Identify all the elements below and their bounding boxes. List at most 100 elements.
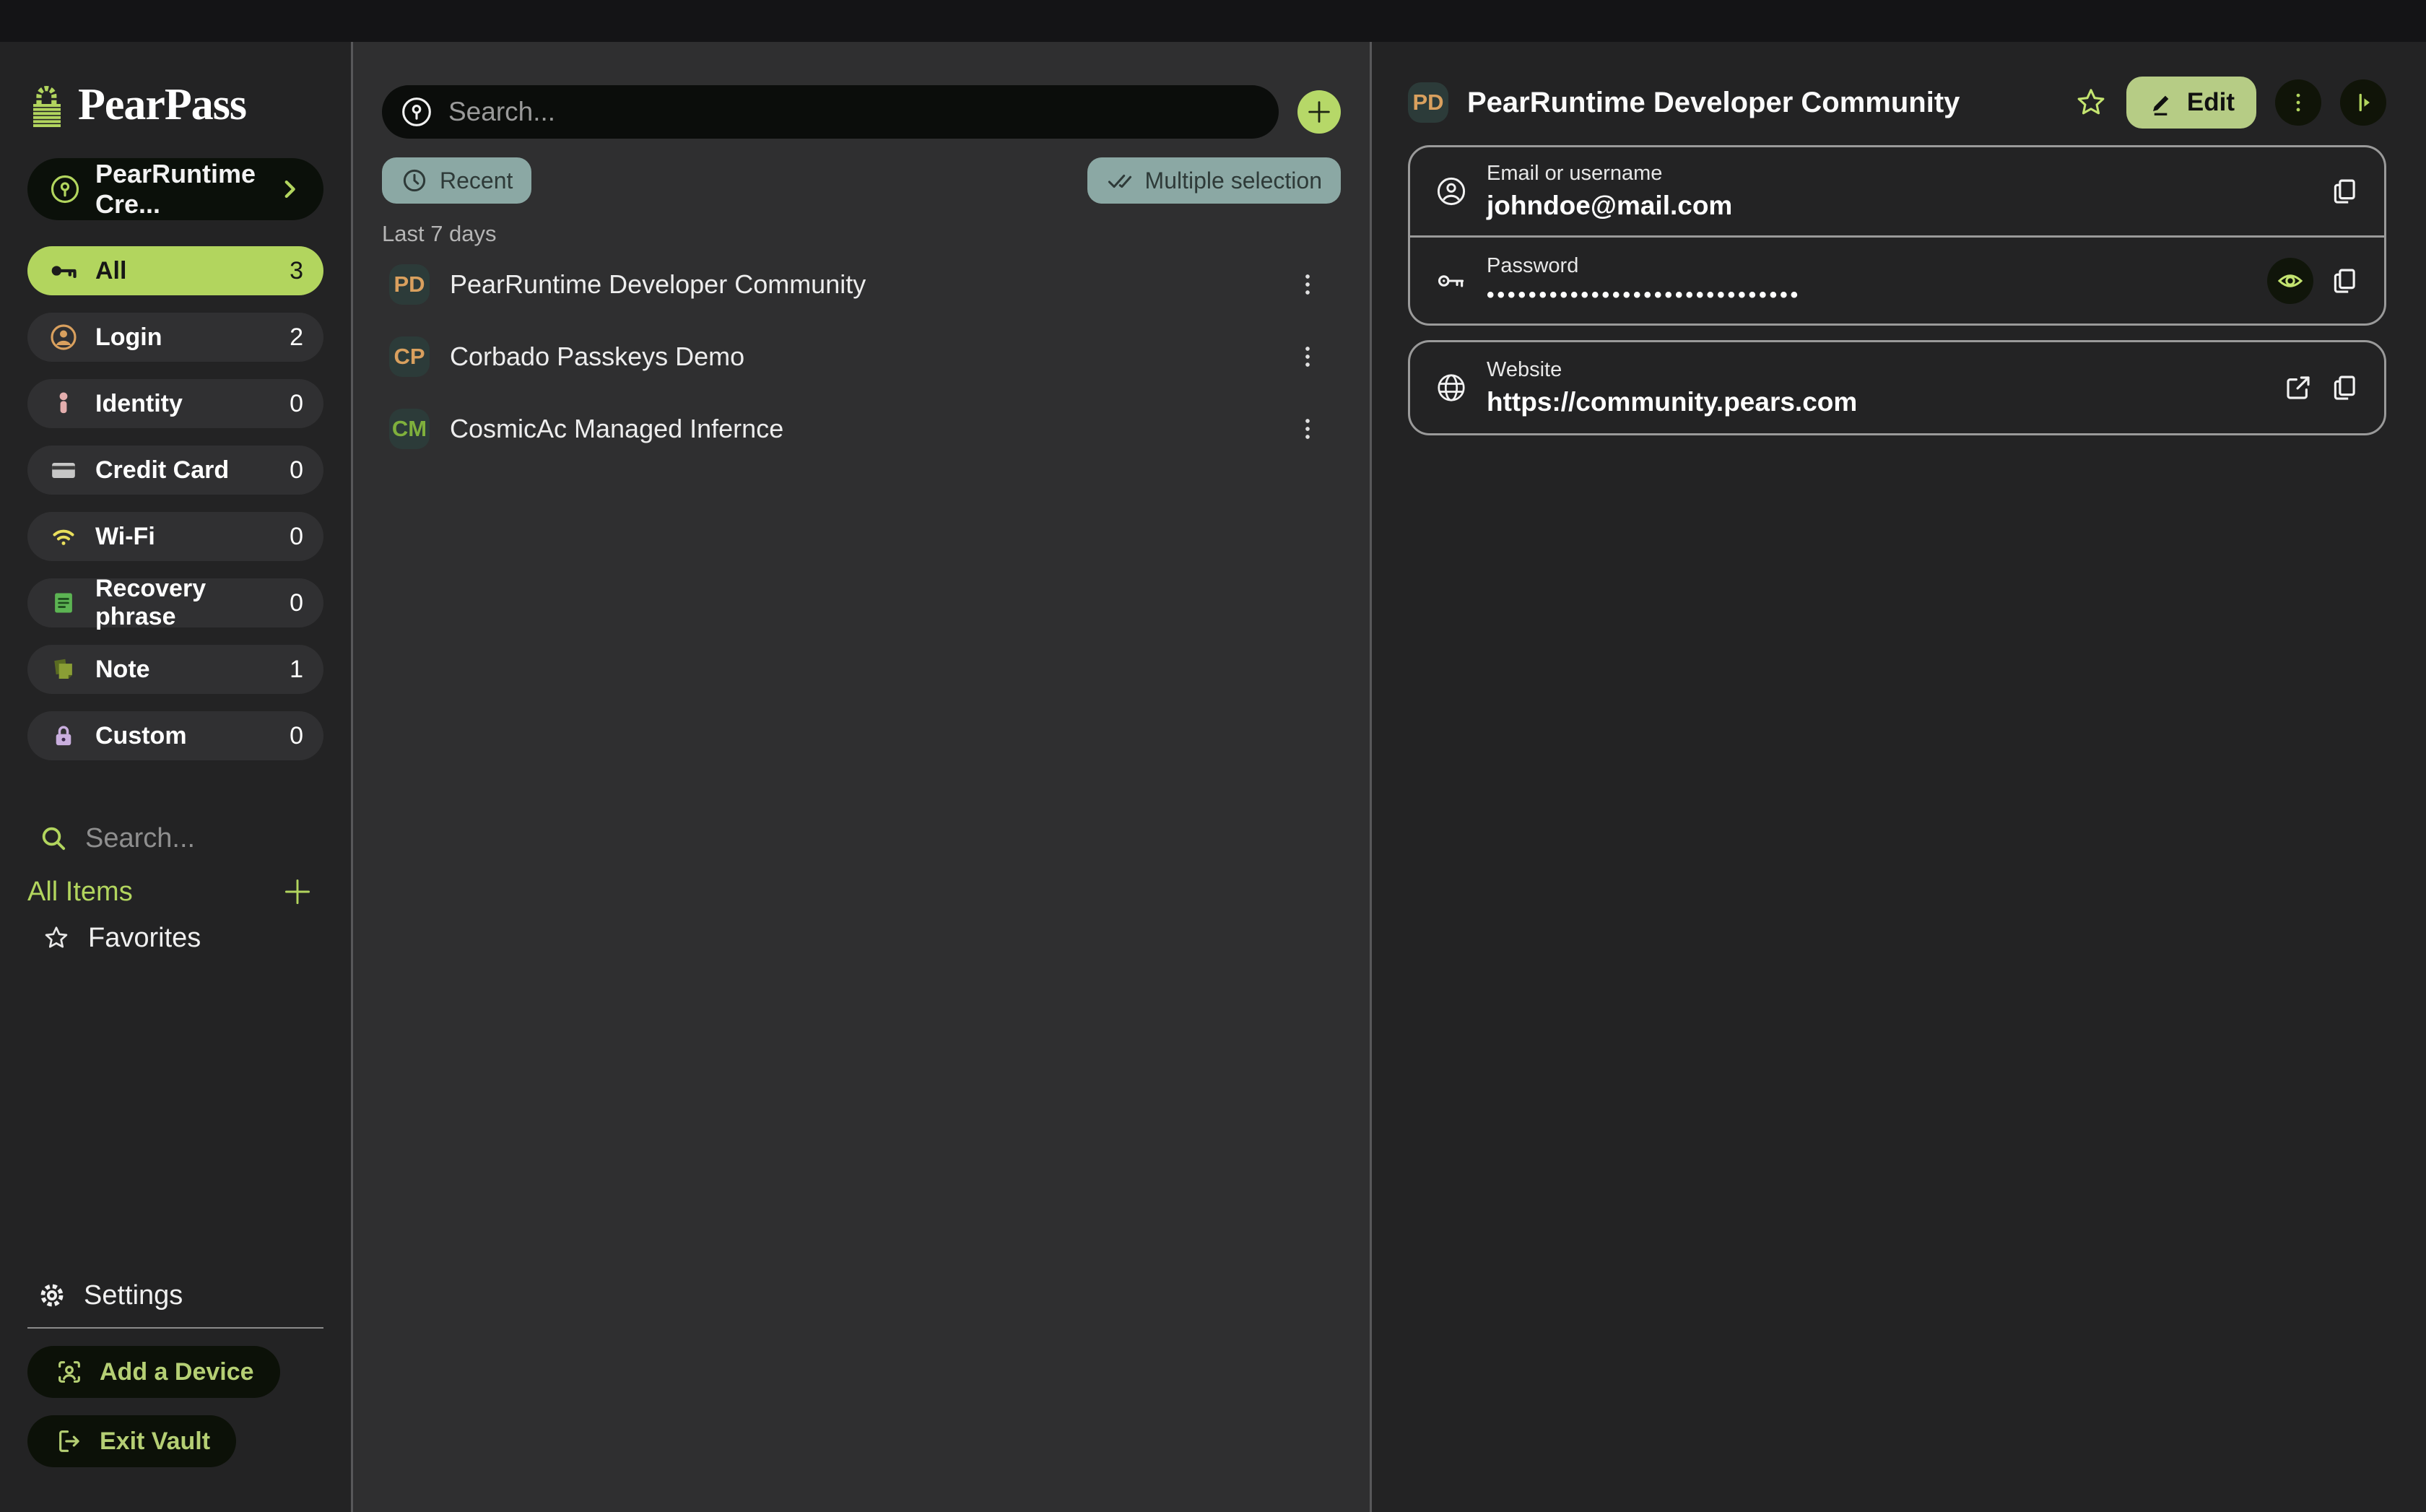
- item-menu-icon[interactable]: [1293, 414, 1322, 443]
- sidebar-search-placeholder: Search...: [85, 823, 195, 854]
- item-menu-icon[interactable]: [1293, 270, 1322, 299]
- collapse-panel-button[interactable]: [2340, 79, 2386, 126]
- item-menu-icon[interactable]: [1293, 342, 1322, 371]
- sidebar-item-favorites[interactable]: Favorites: [40, 918, 323, 958]
- item-count: 0: [290, 589, 303, 617]
- detail-header: PD PearRuntime Developer Community Ed: [1408, 76, 2386, 129]
- sidebar-item-recovery-phrase[interactable]: Recovery phrase 0: [27, 578, 323, 627]
- keyhole-circle-icon: [401, 95, 432, 129]
- sidebar-divider: [27, 1327, 323, 1329]
- password-masked-value: ••••••••••••••••••••••••••••••: [1487, 283, 1801, 308]
- key-icon: [48, 255, 79, 287]
- all-items-row: All Items: [27, 872, 323, 912]
- item-list-panel: Search... Recent: [353, 42, 1370, 1512]
- kebab-menu-icon: [2285, 90, 2311, 116]
- eye-icon: [2276, 266, 2305, 295]
- item-count: 1: [290, 656, 303, 684]
- detail-actions: Edit: [2074, 77, 2386, 129]
- chevron-right-icon: [277, 177, 302, 201]
- list-item[interactable]: CP Corbado Passkeys Demo: [382, 321, 1341, 393]
- add-device-button[interactable]: Add a Device: [27, 1346, 280, 1398]
- copy-icon[interactable]: [2329, 266, 2360, 296]
- gear-icon: [36, 1279, 68, 1311]
- date-group-label: Last 7 days: [382, 221, 1341, 247]
- all-items-link[interactable]: All Items: [27, 877, 133, 908]
- reveal-password-button[interactable]: [2267, 258, 2313, 304]
- app-title: PearPass: [78, 79, 246, 131]
- copy-icon[interactable]: [2329, 176, 2360, 207]
- sidebar-search-input[interactable]: Search...: [38, 818, 323, 859]
- item-count: 0: [290, 456, 303, 485]
- scan-person-icon: [53, 1357, 85, 1387]
- sidebar-item-login[interactable]: Login 2: [27, 313, 323, 362]
- wifi-icon: [48, 521, 79, 552]
- open-external-link-icon[interactable]: [2283, 373, 2313, 403]
- detail-panel: PD PearRuntime Developer Community Ed: [1372, 42, 2426, 1512]
- collapse-right-icon: [2350, 90, 2376, 116]
- email-field: Email or username johndoe@mail.com: [1487, 162, 1732, 221]
- more-options-button[interactable]: [2275, 79, 2321, 126]
- striped-padlock-logo-icon: [27, 82, 65, 129]
- password-label: Password: [1487, 254, 1801, 278]
- credit-card-icon: [48, 454, 79, 486]
- exit-vault-label: Exit Vault: [100, 1428, 210, 1456]
- favorites-label: Favorites: [88, 923, 201, 954]
- exit-vault-button[interactable]: Exit Vault: [27, 1415, 236, 1467]
- sidebar: PearPass PearRuntime Cre...: [0, 42, 351, 1512]
- edit-button[interactable]: Edit: [2126, 77, 2256, 129]
- app-root: PearPass PearRuntime Cre...: [0, 42, 2426, 1512]
- star-icon: [40, 924, 72, 952]
- sidebar-item-all[interactable]: All 3: [27, 246, 323, 295]
- email-field-row: Email or username johndoe@mail.com: [1410, 147, 2384, 235]
- clock-icon: [401, 167, 428, 194]
- detail-title: PearRuntime Developer Community: [1467, 87, 1960, 119]
- item-count: 3: [290, 257, 303, 285]
- sidebar-item-credit-card[interactable]: Credit Card 0: [27, 446, 323, 495]
- website-field-row: Website https://community.pears.com: [1410, 342, 2384, 433]
- item-title: CosmicAc Managed Infernce: [450, 414, 783, 444]
- app-logo: PearPass: [27, 79, 323, 131]
- sidebar-item-label: Credit Card: [95, 456, 229, 485]
- settings-button[interactable]: Settings: [36, 1277, 323, 1314]
- person-icon: [48, 388, 79, 420]
- key-icon: [1435, 265, 1468, 297]
- sidebar-item-wifi[interactable]: Wi-Fi 0: [27, 512, 323, 561]
- sidebar-item-identity[interactable]: Identity 0: [27, 379, 323, 428]
- item-avatar: PD: [389, 264, 430, 305]
- padlock-icon: [48, 720, 79, 752]
- item-count: 0: [290, 523, 303, 551]
- password-field: Password ••••••••••••••••••••••••••••••: [1487, 254, 1801, 308]
- item-avatar: CM: [389, 409, 430, 449]
- list-item[interactable]: CM CosmicAc Managed Infernce: [382, 393, 1341, 465]
- email-value: johndoe@mail.com: [1487, 191, 1732, 221]
- sidebar-item-label: Identity: [95, 390, 183, 418]
- website-label: Website: [1487, 358, 1857, 382]
- vault-selector-button[interactable]: PearRuntime Cre...: [27, 158, 323, 220]
- category-nav: All 3 Login 2: [27, 246, 323, 778]
- credentials-card: Email or username johndoe@mail.com: [1408, 145, 2386, 326]
- list-item[interactable]: PD PearRuntime Developer Community: [382, 248, 1341, 321]
- add-item-icon[interactable]: [282, 876, 313, 908]
- search-input[interactable]: Search...: [382, 85, 1279, 139]
- email-label: Email or username: [1487, 162, 1732, 186]
- add-entry-button[interactable]: [1297, 90, 1341, 134]
- sidebar-item-custom[interactable]: Custom 0: [27, 711, 323, 760]
- sidebar-item-label: Login: [95, 323, 162, 352]
- pencil-icon: [2148, 89, 2175, 116]
- sidebar-item-label: Custom: [95, 722, 187, 750]
- search-placeholder: Search...: [448, 97, 555, 127]
- plus-icon: [1305, 97, 1334, 126]
- sidebar-item-note[interactable]: Note 1: [27, 645, 323, 694]
- filter-chips-row: Recent Multiple selection: [382, 157, 1341, 204]
- website-field: Website https://community.pears.com: [1487, 358, 1857, 417]
- double-check-icon: [1106, 167, 1134, 194]
- globe-icon: [1435, 372, 1468, 404]
- copy-icon[interactable]: [2329, 373, 2360, 403]
- add-device-label: Add a Device: [100, 1358, 254, 1386]
- multiple-selection-chip[interactable]: Multiple selection: [1087, 157, 1341, 204]
- favorite-star-icon[interactable]: [2074, 86, 2108, 119]
- edit-label: Edit: [2187, 88, 2235, 117]
- recent-filter-chip[interactable]: Recent: [382, 157, 531, 204]
- website-card: Website https://community.pears.com: [1408, 340, 2386, 435]
- item-count: 0: [290, 722, 303, 750]
